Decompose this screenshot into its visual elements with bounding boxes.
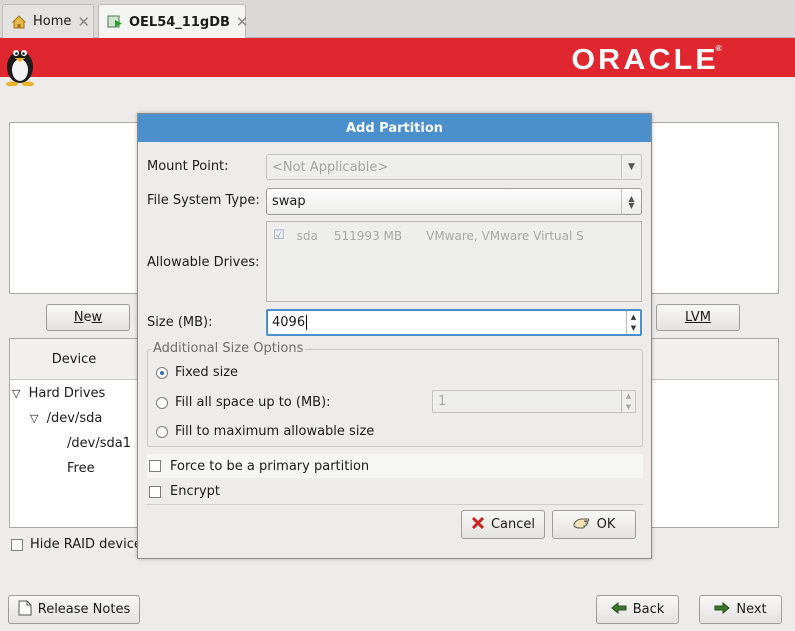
dialog-title: Add Partition xyxy=(138,114,651,142)
encrypt-label: Encrypt xyxy=(170,484,220,499)
mount-point-label: Mount Point: xyxy=(147,159,229,174)
tree-item-hard-drives[interactable]: ▽ Hard Drives xyxy=(12,386,105,401)
column-header-device[interactable]: Device xyxy=(10,339,138,380)
home-icon xyxy=(11,14,27,30)
next-label: Next xyxy=(736,602,767,617)
checkbox[interactable] xyxy=(149,485,161,498)
drives-list: ☑ sda 511993 MB VMware, VMware Virtual S xyxy=(266,221,642,302)
radio-button[interactable] xyxy=(156,366,168,379)
hide-raid-label: Hide RAID device xyxy=(30,537,142,552)
fill-up-to-input[interactable]: 1 ▲ ▼ xyxy=(432,390,636,413)
expander-icon[interactable]: ▽ xyxy=(12,387,20,400)
hide-raid-checkbox[interactable]: Hide RAID device xyxy=(11,537,142,552)
allowable-drives-label: Allowable Drives: xyxy=(147,255,260,270)
checkbox[interactable] xyxy=(11,538,23,551)
close-icon[interactable]: ✕ xyxy=(236,13,249,31)
fill-max-label: Fill to maximum allowable size xyxy=(175,424,375,439)
cancel-icon xyxy=(471,516,485,534)
drive-model: VMware, VMware Virtual S xyxy=(426,228,584,243)
additional-size-legend: Additional Size Options xyxy=(151,341,306,356)
ok-button[interactable]: OK xyxy=(552,510,636,539)
back-label: Back xyxy=(632,602,665,617)
size-spin-input[interactable]: 4096 ▲ ▼ xyxy=(266,309,642,336)
text-cursor xyxy=(306,315,308,330)
arrow-left-icon xyxy=(610,601,627,618)
cancel-button[interactable]: Cancel xyxy=(461,510,545,539)
size-value: 4096 xyxy=(272,315,306,330)
back-button[interactable]: Back xyxy=(596,595,679,624)
fs-type-select[interactable]: swap ▲ ▼ xyxy=(266,188,642,215)
drive-size: 511993 MB xyxy=(333,228,403,243)
radio-button[interactable] xyxy=(156,396,168,409)
drive-row: ☑ sda 511993 MB VMware, VMware Virtual S xyxy=(273,228,584,243)
force-primary-label: Force to be a primary partition xyxy=(170,458,370,474)
tab-oel54-label: OEL54_11gDB xyxy=(129,14,230,30)
force-primary-checkbox[interactable]: Force to be a primary partition xyxy=(147,454,643,478)
spin-arrows-icon[interactable]: ▲ ▼ xyxy=(621,391,635,412)
release-notes-label: Release Notes xyxy=(37,602,131,617)
tree-item-label: /dev/sda1 xyxy=(67,436,131,451)
new-button[interactable]: New xyxy=(46,304,130,331)
tree-item-label: Free xyxy=(67,461,95,476)
radio-fill-max[interactable]: Fill to maximum allowable size xyxy=(156,424,374,439)
tree-item-dev-sda[interactable]: ▽ /dev/sda xyxy=(30,411,102,426)
tux-icon xyxy=(2,40,38,90)
radio-button[interactable] xyxy=(156,425,168,438)
cancel-label: Cancel xyxy=(490,517,536,532)
fs-type-value: swap xyxy=(272,194,306,209)
checkbox-checked-icon: ☑ xyxy=(273,228,285,243)
fill-up-to-value: 1 xyxy=(438,394,447,409)
tree-item-free[interactable]: Free xyxy=(67,461,95,476)
vm-icon xyxy=(107,14,123,30)
tab-home[interactable]: Home ✕ xyxy=(2,4,94,38)
tree-item-label: /dev/sda xyxy=(46,411,103,426)
size-label: Size (MB): xyxy=(147,315,213,330)
tree-item-dev-sda1[interactable]: /dev/sda1 xyxy=(67,436,131,451)
ok-hand-icon xyxy=(573,516,591,534)
fill-up-to-label: Fill all space up to (MB): xyxy=(175,395,331,410)
close-icon[interactable]: ✕ xyxy=(77,13,90,31)
dropdown-arrow-icon[interactable]: ▼ xyxy=(621,155,641,179)
next-button[interactable]: Next xyxy=(699,595,782,624)
tab-oel54[interactable]: OEL54_11gDB ✕ xyxy=(98,4,249,39)
mount-point-value: <Not Applicable> xyxy=(272,159,389,175)
lvm-button[interactable]: LVM xyxy=(656,304,740,331)
tab-home-label: Home xyxy=(33,14,72,29)
drive-name: sda xyxy=(296,228,318,243)
radio-fill-up-to[interactable]: Fill all space up to (MB): xyxy=(156,395,331,410)
fixed-size-label: Fixed size xyxy=(175,365,239,380)
column-header-blank xyxy=(650,339,778,380)
spin-arrows-icon[interactable]: ▲ ▼ xyxy=(626,311,640,334)
arrow-right-icon xyxy=(714,601,731,618)
tree-item-label: Hard Drives xyxy=(28,386,106,401)
checkbox[interactable] xyxy=(149,460,161,472)
radio-fixed-size[interactable]: Fixed size xyxy=(156,365,238,380)
ok-label: OK xyxy=(596,517,616,532)
dialog-separator xyxy=(147,504,643,505)
mount-point-combo[interactable]: <Not Applicable> ▼ xyxy=(266,154,642,180)
add-partition-dialog: Add Partition Mount Point: <Not Applicab… xyxy=(137,113,652,559)
fs-type-label: File System Type: xyxy=(147,193,260,208)
combo-arrows-icon[interactable]: ▲ ▼ xyxy=(621,189,641,214)
encrypt-checkbox[interactable]: Encrypt xyxy=(149,484,220,499)
oracle-logo: ORACLE® xyxy=(570,44,725,76)
column-header-label: Device xyxy=(51,351,97,367)
document-icon xyxy=(18,600,32,620)
release-notes-button[interactable]: Release Notes xyxy=(8,595,140,624)
expander-icon[interactable]: ▽ xyxy=(30,412,38,425)
